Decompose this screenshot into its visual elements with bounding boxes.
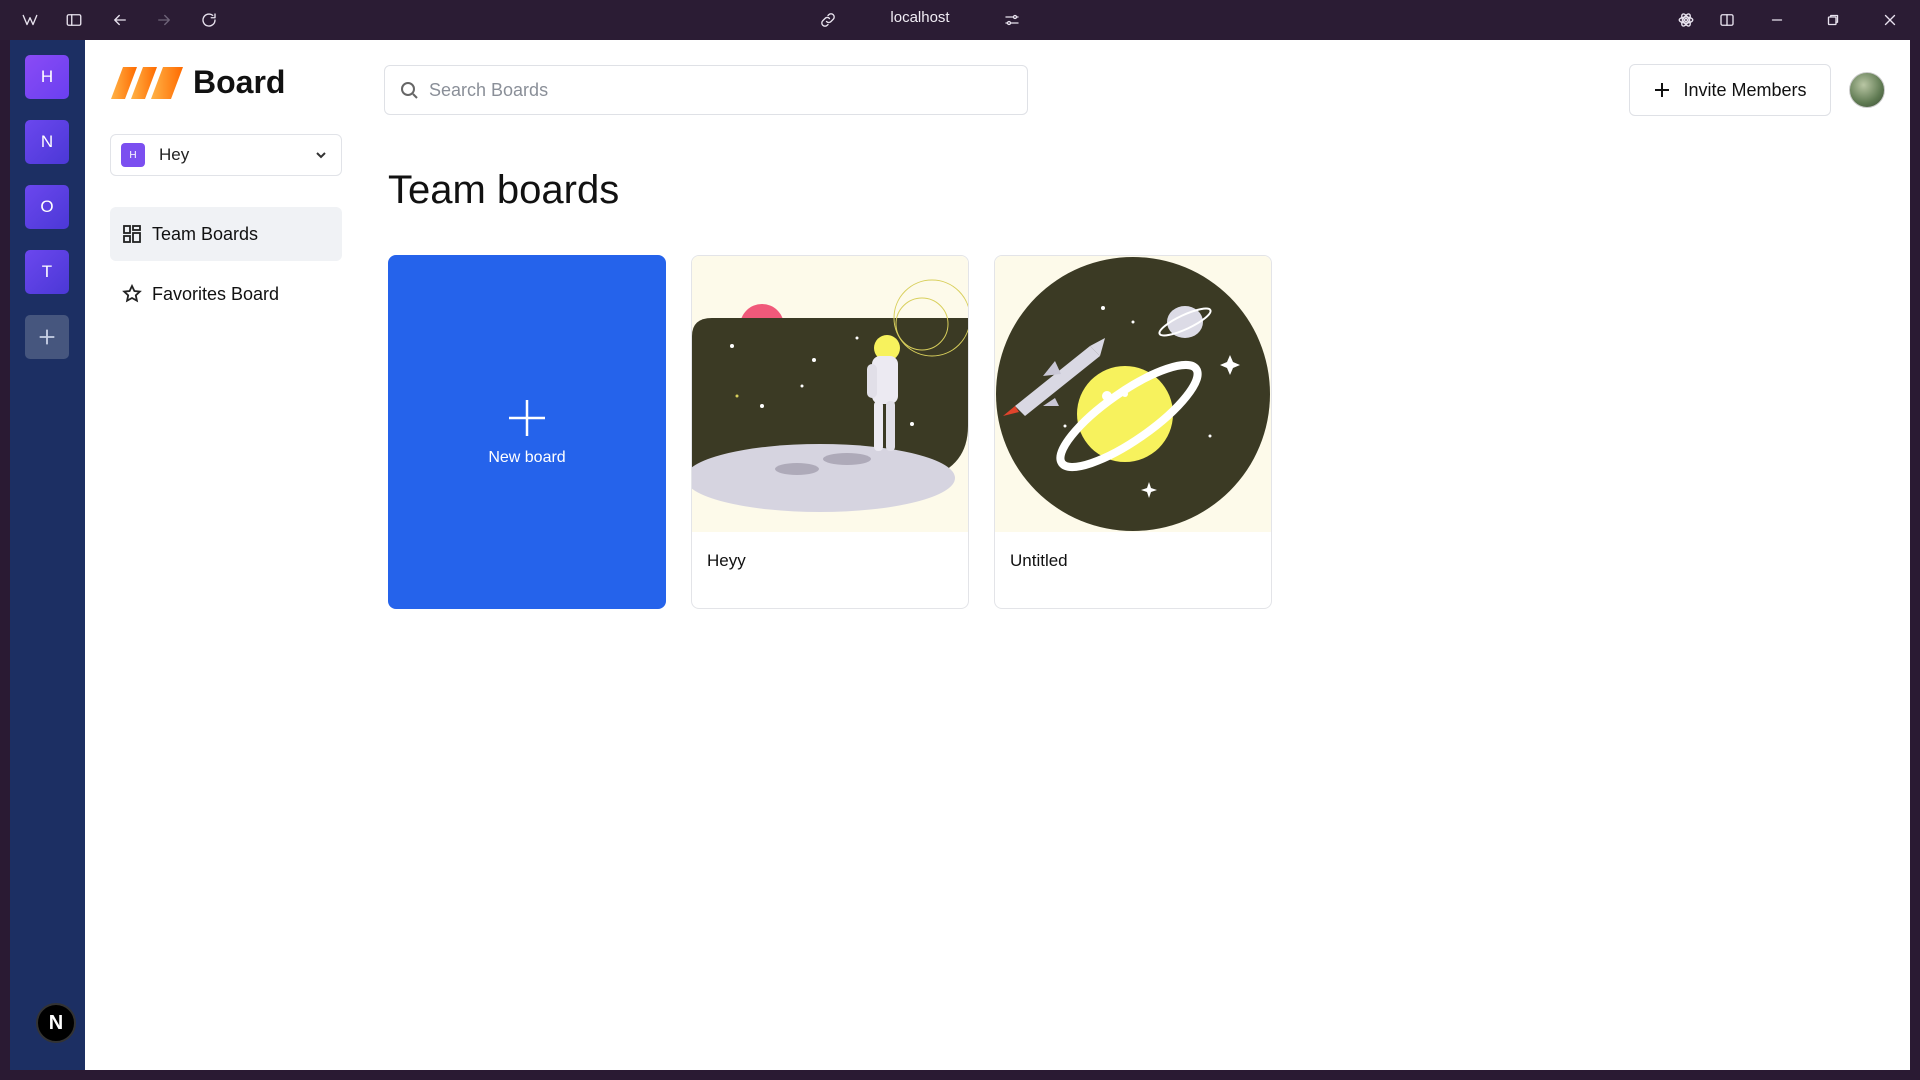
app-name: Board	[193, 64, 286, 100]
invite-members-button[interactable]: Invite Members	[1629, 64, 1831, 116]
astronaut-illustration-icon	[692, 279, 968, 512]
board-card[interactable]: Heyy	[691, 255, 969, 609]
address-bar-url[interactable]: localhost	[860, 9, 980, 26]
search-icon	[399, 80, 419, 100]
site-settings-icon[interactable]	[1000, 8, 1024, 32]
close-window-icon[interactable]	[1878, 8, 1902, 32]
search-box[interactable]	[384, 65, 1028, 115]
board-thumbnail	[692, 256, 968, 532]
sidebar: Board H Hey Team Boards Favorites Board	[85, 40, 365, 1070]
page-title: Team boards	[388, 168, 620, 212]
restore-icon[interactable]	[1821, 8, 1845, 32]
nav-favorites-board[interactable]: Favorites Board	[110, 267, 342, 321]
org-name: Hey	[159, 145, 190, 164]
new-board-button[interactable]: New board	[388, 255, 666, 609]
extensions-icon[interactable]	[1674, 8, 1698, 32]
browser-toolbar: localhost	[0, 0, 1920, 40]
reload-icon[interactable]	[197, 8, 221, 32]
link-icon[interactable]	[816, 8, 840, 32]
search-input[interactable]	[429, 79, 1009, 101]
organization-selector[interactable]: H Hey	[110, 134, 342, 176]
organization-rail: H N O T N	[10, 40, 85, 1070]
board-thumbnail	[995, 256, 1271, 532]
org-switch-n[interactable]: N	[25, 120, 69, 164]
invite-label: Invite Members	[1683, 79, 1807, 100]
org-switch-o[interactable]: O	[25, 185, 69, 229]
board-name: Untitled	[1010, 551, 1068, 570]
board-card[interactable]: Untitled	[994, 255, 1272, 609]
next-dev-badge[interactable]: N	[36, 1003, 76, 1043]
org-avatar: H	[121, 143, 145, 167]
board-name: Heyy	[707, 551, 746, 570]
planet-illustration-icon	[996, 257, 1270, 531]
stripes-logo-icon	[111, 66, 183, 99]
nav-label: Team Boards	[152, 223, 259, 244]
user-avatar[interactable]	[1849, 72, 1885, 108]
star-icon	[122, 283, 142, 304]
new-board-label: New board	[488, 449, 566, 466]
split-view-icon[interactable]	[1715, 8, 1739, 32]
add-organization-button[interactable]	[25, 315, 69, 359]
chevron-down-icon	[313, 147, 329, 163]
plus-icon	[1655, 83, 1670, 97]
org-switch-h[interactable]: H	[25, 55, 69, 99]
minimize-icon[interactable]	[1765, 8, 1789, 32]
app-logo[interactable]: Board	[111, 64, 285, 101]
app-window: H N O T N Board H Hey Team Boards Favori…	[10, 40, 1910, 1070]
forward-arrow-icon[interactable]	[152, 8, 176, 32]
org-switch-t[interactable]: T	[25, 250, 69, 294]
plus-icon	[39, 329, 55, 345]
dashboard-icon	[122, 224, 142, 244]
sidebar-toggle-icon[interactable]	[62, 8, 86, 32]
nav-label: Favorites Board	[152, 283, 280, 304]
plus-icon	[509, 400, 545, 436]
nav-team-boards[interactable]: Team Boards	[110, 207, 342, 261]
browser-logo-icon[interactable]	[18, 8, 42, 32]
back-arrow-icon[interactable]	[108, 8, 132, 32]
